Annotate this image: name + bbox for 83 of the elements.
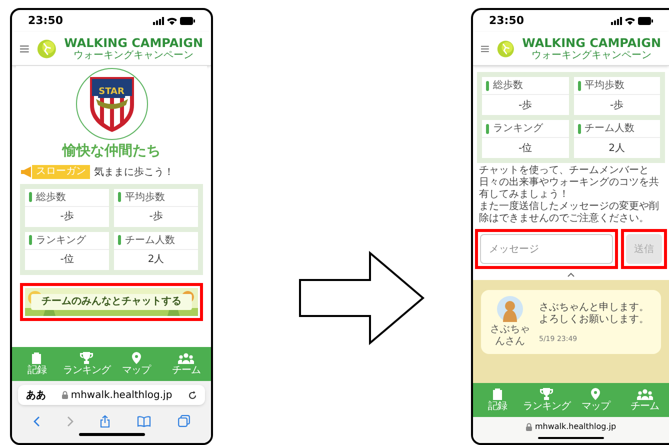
map-pin-icon bbox=[132, 352, 141, 364]
slogan-label: スローガン bbox=[32, 165, 90, 179]
lock-icon bbox=[62, 391, 68, 399]
bar-marker bbox=[486, 80, 489, 90]
stat-value: 2人 bbox=[608, 142, 626, 156]
url-text: mhwalk.healthlog.jp bbox=[70, 388, 172, 402]
team-name: 愉快な仲間たち bbox=[62, 143, 160, 160]
bar-marker bbox=[29, 235, 32, 245]
chat-instructions: チャットを使って、チームメンバーと日々の出来事やウォーキングのコツを共有してみましょう！ bbox=[478, 165, 660, 200]
stat-value: -位 bbox=[517, 142, 534, 156]
menu-icon[interactable] bbox=[481, 44, 489, 52]
people-icon bbox=[636, 388, 652, 400]
chat-banner-button[interactable]: チームのみんなとチャットする bbox=[25, 288, 198, 316]
nav-item[interactable]: チーム bbox=[620, 383, 669, 417]
document-icon bbox=[492, 388, 503, 400]
tabs-icon[interactable] bbox=[178, 415, 190, 427]
stat-label: チーム人数 bbox=[125, 234, 175, 248]
wifi-icon bbox=[625, 17, 635, 25]
lock-icon bbox=[526, 423, 532, 431]
nav-item[interactable]: 記録 bbox=[12, 347, 62, 381]
bar-marker bbox=[118, 192, 121, 202]
badge-text: STAR bbox=[98, 86, 126, 98]
bar-marker bbox=[578, 124, 580, 134]
right-arrow-icon bbox=[298, 250, 426, 346]
nav-item[interactable]: 記録 bbox=[473, 383, 522, 417]
stat-label: 総歩数 bbox=[36, 190, 66, 204]
stat-value: -歩 bbox=[59, 210, 75, 224]
nav-item[interactable]: チーム bbox=[161, 347, 211, 381]
bar-marker bbox=[486, 124, 489, 134]
chat-instructions: また一度送信したメッセージの変更や削除はできませんのでご注意ください。 bbox=[478, 201, 660, 225]
stat-value: -歩 bbox=[517, 98, 534, 112]
share-icon[interactable] bbox=[100, 414, 110, 428]
bar-marker bbox=[578, 80, 580, 90]
bar-marker bbox=[29, 192, 32, 202]
stat-label: 総歩数 bbox=[493, 78, 523, 93]
send-button[interactable]: 送信 bbox=[626, 234, 662, 264]
status-time: 23:50 bbox=[489, 12, 524, 29]
reload-icon[interactable] bbox=[188, 390, 197, 400]
stat-label: ランキング bbox=[493, 122, 543, 136]
wifi-icon bbox=[167, 17, 177, 25]
trophy-icon bbox=[540, 388, 553, 400]
stat-label: 平均歩数 bbox=[584, 78, 624, 93]
sender-name: さぶちゃんさん bbox=[489, 324, 531, 348]
nav-item[interactable]: マップ bbox=[112, 347, 162, 381]
nav-item[interactable]: マップ bbox=[571, 383, 620, 417]
address-bar[interactable]: ああ mhwalk.healthlog.jp bbox=[18, 385, 205, 405]
stat-label: チーム人数 bbox=[584, 122, 634, 136]
megaphone-icon bbox=[20, 166, 32, 178]
message-field[interactable]: メッセージ bbox=[480, 234, 613, 264]
bar-marker bbox=[118, 235, 121, 245]
back-icon[interactable] bbox=[33, 416, 40, 426]
nav-item[interactable]: ランキング bbox=[522, 383, 571, 417]
shield-drawing bbox=[88, 75, 136, 133]
logo-title: WALKING CAMPAIGN bbox=[64, 36, 203, 48]
menu-icon[interactable] bbox=[20, 44, 29, 52]
logo-icon bbox=[36, 38, 56, 60]
bookmarks-icon[interactable] bbox=[137, 416, 152, 426]
stat-value: -歩 bbox=[608, 98, 625, 112]
logo-subtitle: ウォーキングキャンペーン bbox=[532, 50, 652, 60]
avatar-icon bbox=[497, 296, 523, 322]
logo-title: WALKING CAMPAIGN bbox=[522, 36, 661, 48]
chevron-up-icon[interactable] bbox=[567, 272, 575, 277]
stat-label: ランキング bbox=[36, 234, 86, 248]
nav-item[interactable]: ランキング bbox=[62, 347, 112, 381]
signal-icon bbox=[153, 17, 164, 25]
forward-icon[interactable] bbox=[66, 416, 74, 426]
slogan-text: 気ままに歩こう！ bbox=[94, 166, 174, 180]
trophy-icon bbox=[80, 352, 94, 364]
battery-icon bbox=[638, 17, 653, 25]
message-text: さぶちゃんと申します。よろしくお願いします。 bbox=[539, 302, 650, 326]
stat-value: 2人 bbox=[146, 253, 166, 267]
people-icon bbox=[178, 352, 194, 364]
stat-value: -歩 bbox=[148, 210, 164, 224]
status-time: 23:50 bbox=[28, 12, 64, 29]
text-size-button[interactable]: ああ bbox=[26, 388, 46, 402]
battery-icon bbox=[180, 17, 195, 25]
document-icon bbox=[31, 352, 42, 364]
signal-icon bbox=[611, 17, 622, 25]
map-pin-icon bbox=[591, 388, 600, 400]
stat-value: -位 bbox=[59, 253, 75, 267]
stat-label: 平均歩数 bbox=[125, 190, 165, 204]
url-text: mhwalk.healthlog.jp bbox=[534, 421, 616, 433]
logo-subtitle: ウォーキングキャンペーン bbox=[74, 50, 194, 60]
